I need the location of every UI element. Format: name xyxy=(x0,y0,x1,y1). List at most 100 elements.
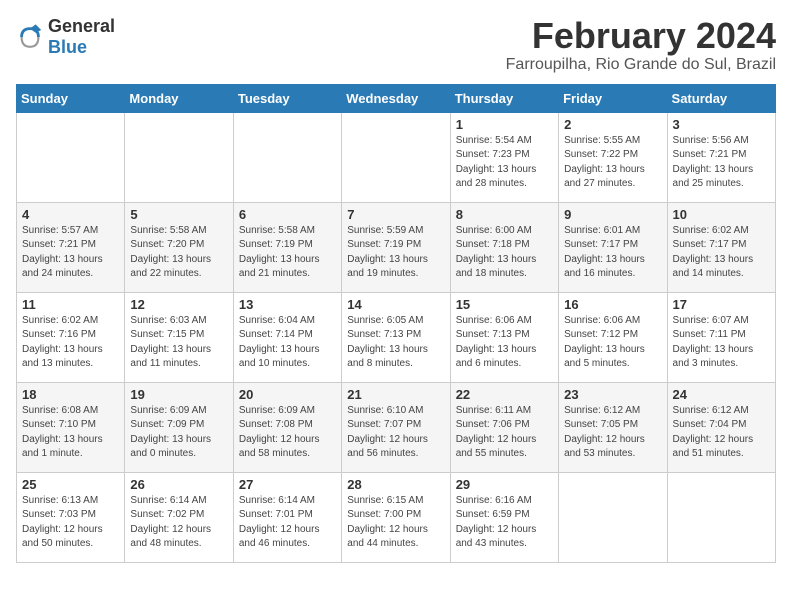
day-info: Sunrise: 5:59 AM Sunset: 7:19 PM Dayligh… xyxy=(347,224,444,282)
day-info: Sunrise: 6:03 AM Sunset: 7:15 PM Dayligh… xyxy=(130,314,227,372)
day-info: Sunrise: 6:07 AM Sunset: 7:11 PM Dayligh… xyxy=(673,314,770,372)
title-area: February 2024 Farroupilha, Rio Grande do… xyxy=(506,16,776,74)
day-info: Sunrise: 6:09 AM Sunset: 7:09 PM Dayligh… xyxy=(130,404,227,462)
day-info: Sunrise: 6:04 AM Sunset: 7:14 PM Dayligh… xyxy=(239,314,336,372)
day-number: 6 xyxy=(239,207,336,222)
day-cell: 3 Sunrise: 5:56 AM Sunset: 7:21 PM Daylig… xyxy=(667,112,775,202)
day-info: Sunrise: 5:56 AM Sunset: 7:21 PM Dayligh… xyxy=(673,134,770,192)
day-number: 10 xyxy=(673,207,770,222)
logo-icon xyxy=(16,23,44,51)
day-number: 5 xyxy=(130,207,227,222)
day-cell xyxy=(667,472,775,562)
calendar-table: SundayMondayTuesdayWednesdayThursdayFrid… xyxy=(16,84,776,563)
day-info: Sunrise: 6:14 AM Sunset: 7:01 PM Dayligh… xyxy=(239,494,336,552)
day-info: Sunrise: 6:09 AM Sunset: 7:08 PM Dayligh… xyxy=(239,404,336,462)
day-info: Sunrise: 6:13 AM Sunset: 7:03 PM Dayligh… xyxy=(22,494,119,552)
day-info: Sunrise: 5:54 AM Sunset: 7:23 PM Dayligh… xyxy=(456,134,553,192)
day-number: 22 xyxy=(456,387,553,402)
day-info: Sunrise: 6:14 AM Sunset: 7:02 PM Dayligh… xyxy=(130,494,227,552)
day-number: 19 xyxy=(130,387,227,402)
day-cell: 11 Sunrise: 6:02 AM Sunset: 7:16 PM Dayli… xyxy=(17,292,125,382)
month-year: February 2024 xyxy=(506,16,776,56)
day-cell: 23 Sunrise: 6:12 AM Sunset: 7:05 PM Dayli… xyxy=(559,382,667,472)
day-cell: 9 Sunrise: 6:01 AM Sunset: 7:17 PM Daylig… xyxy=(559,202,667,292)
day-info: Sunrise: 6:05 AM Sunset: 7:13 PM Dayligh… xyxy=(347,314,444,372)
day-info: Sunrise: 6:06 AM Sunset: 7:13 PM Dayligh… xyxy=(456,314,553,372)
day-cell: 15 Sunrise: 6:06 AM Sunset: 7:13 PM Dayli… xyxy=(450,292,558,382)
day-info: Sunrise: 6:00 AM Sunset: 7:18 PM Dayligh… xyxy=(456,224,553,282)
week-row-2: 4 Sunrise: 5:57 AM Sunset: 7:21 PM Daylig… xyxy=(17,202,776,292)
day-cell: 13 Sunrise: 6:04 AM Sunset: 7:14 PM Dayli… xyxy=(233,292,341,382)
day-cell: 26Sunrise: 6:14 AM Sunset: 7:02 PM Dayli… xyxy=(125,472,233,562)
week-row-5: 25 Sunrise: 6:13 AM Sunset: 7:03 PM Dayli… xyxy=(17,472,776,562)
day-number: 20 xyxy=(239,387,336,402)
day-number: 13 xyxy=(239,297,336,312)
day-cell: 12 Sunrise: 6:03 AM Sunset: 7:15 PM Dayli… xyxy=(125,292,233,382)
day-number: 3 xyxy=(673,117,770,132)
day-cell xyxy=(233,112,341,202)
day-number: 4 xyxy=(22,207,119,222)
week-row-1: 1 Sunrise: 5:54 AM Sunset: 7:23 PM Daylig… xyxy=(17,112,776,202)
day-info: Sunrise: 6:02 AM Sunset: 7:16 PM Dayligh… xyxy=(22,314,119,372)
day-number: 8 xyxy=(456,207,553,222)
day-number: 18 xyxy=(22,387,119,402)
day-info: Sunrise: 6:12 AM Sunset: 7:04 PM Dayligh… xyxy=(673,404,770,462)
day-number: 15 xyxy=(456,297,553,312)
day-cell: 8 Sunrise: 6:00 AM Sunset: 7:18 PM Daylig… xyxy=(450,202,558,292)
day-cell xyxy=(559,472,667,562)
day-cell: 18 Sunrise: 6:08 AM Sunset: 7:10 PM Dayli… xyxy=(17,382,125,472)
weekday-header-friday: Friday xyxy=(559,84,667,112)
day-cell: 5 Sunrise: 5:58 AM Sunset: 7:20 PM Daylig… xyxy=(125,202,233,292)
day-cell: 29Sunrise: 6:16 AM Sunset: 6:59 PM Dayli… xyxy=(450,472,558,562)
day-cell: 7 Sunrise: 5:59 AM Sunset: 7:19 PM Daylig… xyxy=(342,202,450,292)
week-row-4: 18 Sunrise: 6:08 AM Sunset: 7:10 PM Dayli… xyxy=(17,382,776,472)
weekday-header-row: SundayMondayTuesdayWednesdayThursdayFrid… xyxy=(17,84,776,112)
location: Farroupilha, Rio Grande do Sul, Brazil xyxy=(506,56,776,74)
day-cell xyxy=(342,112,450,202)
day-number: 9 xyxy=(564,207,661,222)
day-info: Sunrise: 6:08 AM Sunset: 7:10 PM Dayligh… xyxy=(22,404,119,462)
day-cell: 6 Sunrise: 5:58 AM Sunset: 7:19 PM Daylig… xyxy=(233,202,341,292)
weekday-header-tuesday: Tuesday xyxy=(233,84,341,112)
week-row-3: 11 Sunrise: 6:02 AM Sunset: 7:16 PM Dayli… xyxy=(17,292,776,382)
day-number: 16 xyxy=(564,297,661,312)
day-number: 28 xyxy=(347,477,444,492)
day-info: Sunrise: 6:15 AM Sunset: 7:00 PM Dayligh… xyxy=(347,494,444,552)
day-number: 25 xyxy=(22,477,119,492)
day-cell: 22 Sunrise: 6:11 AM Sunset: 7:06 PM Dayli… xyxy=(450,382,558,472)
day-number: 23 xyxy=(564,387,661,402)
day-info: Sunrise: 6:06 AM Sunset: 7:12 PM Dayligh… xyxy=(564,314,661,372)
day-info: Sunrise: 6:02 AM Sunset: 7:17 PM Dayligh… xyxy=(673,224,770,282)
day-cell: 20 Sunrise: 6:09 AM Sunset: 7:08 PM Dayli… xyxy=(233,382,341,472)
day-number: 29 xyxy=(456,477,553,492)
day-cell: 28 Sunrise: 6:15 AM Sunset: 7:00 PM Dayli… xyxy=(342,472,450,562)
day-info: Sunrise: 5:58 AM Sunset: 7:20 PM Dayligh… xyxy=(130,224,227,282)
day-cell: 19 Sunrise: 6:09 AM Sunset: 7:09 PM Dayli… xyxy=(125,382,233,472)
day-number: 7 xyxy=(347,207,444,222)
day-info: Sunrise: 6:12 AM Sunset: 7:05 PM Dayligh… xyxy=(564,404,661,462)
weekday-header-thursday: Thursday xyxy=(450,84,558,112)
day-info: Sunrise: 5:58 AM Sunset: 7:19 PM Dayligh… xyxy=(239,224,336,282)
day-number: 11 xyxy=(22,297,119,312)
day-cell: 21Sunrise: 6:10 AM Sunset: 7:07 PM Dayli… xyxy=(342,382,450,472)
day-info: Sunrise: 6:11 AM Sunset: 7:06 PM Dayligh… xyxy=(456,404,553,462)
day-number: 24 xyxy=(673,387,770,402)
day-info: Sunrise: 5:55 AM Sunset: 7:22 PM Dayligh… xyxy=(564,134,661,192)
day-info: Sunrise: 5:57 AM Sunset: 7:21 PM Dayligh… xyxy=(22,224,119,282)
weekday-header-sunday: Sunday xyxy=(17,84,125,112)
day-cell: 16 Sunrise: 6:06 AM Sunset: 7:12 PM Dayli… xyxy=(559,292,667,382)
day-cell: 14Sunrise: 6:05 AM Sunset: 7:13 PM Dayli… xyxy=(342,292,450,382)
day-cell: 2Sunrise: 5:55 AM Sunset: 7:22 PM Daylig… xyxy=(559,112,667,202)
logo: General Blue xyxy=(16,16,115,58)
day-cell xyxy=(125,112,233,202)
day-number: 17 xyxy=(673,297,770,312)
day-number: 12 xyxy=(130,297,227,312)
day-info: Sunrise: 6:01 AM Sunset: 7:17 PM Dayligh… xyxy=(564,224,661,282)
day-cell xyxy=(17,112,125,202)
day-cell: 27Sunrise: 6:14 AM Sunset: 7:01 PM Dayli… xyxy=(233,472,341,562)
day-cell: 10 Sunrise: 6:02 AM Sunset: 7:17 PM Dayli… xyxy=(667,202,775,292)
header: General Blue February 2024 Farroupilha, … xyxy=(16,16,776,74)
day-number: 1 xyxy=(456,117,553,132)
day-cell: 24 Sunrise: 6:12 AM Sunset: 7:04 PM Dayli… xyxy=(667,382,775,472)
day-info: Sunrise: 6:10 AM Sunset: 7:07 PM Dayligh… xyxy=(347,404,444,462)
